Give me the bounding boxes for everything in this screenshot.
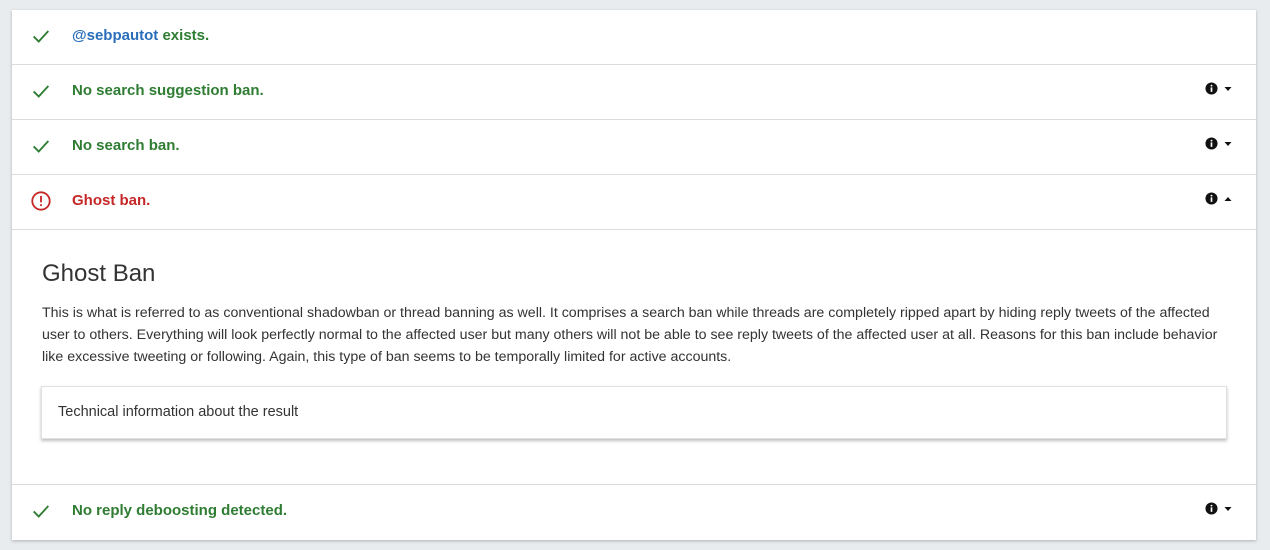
details-description: This is what is referred to as conventio… <box>42 305 1218 365</box>
check-row-search-ban[interactable]: No search ban. <box>12 120 1256 175</box>
check-row-reply-deboosting[interactable]: No reply deboosting detected. <box>12 485 1256 539</box>
user-exists-suffix: exists. <box>158 27 210 44</box>
check-icon <box>33 505 50 518</box>
info-icon <box>1205 502 1218 515</box>
check-icon <box>33 85 50 98</box>
results-panel: @sebpautot exists. No search suggestion … <box>12 10 1256 540</box>
check-row-user-exists: @sebpautot exists. <box>12 10 1256 65</box>
expand-toggle[interactable] <box>1205 82 1232 95</box>
caret-up-icon <box>1224 196 1232 201</box>
check-row-search-suggestion-ban[interactable]: No search suggestion ban. <box>12 65 1256 120</box>
expand-toggle[interactable] <box>1205 502 1232 515</box>
technical-info-label: Technical information about the result <box>58 404 299 420</box>
technical-info-expander[interactable]: Technical information about the result <box>41 386 1227 439</box>
check-text-ghost-ban: Ghost ban. <box>72 192 151 209</box>
check-text-search-ban: No search ban. <box>72 137 180 154</box>
details-title: Ghost Ban <box>42 260 156 287</box>
check-text-user-exists: @sebpautot exists. <box>72 27 209 44</box>
check-icon <box>33 30 50 43</box>
check-row-ghost-ban[interactable]: Ghost ban. <box>12 175 1256 230</box>
info-icon <box>1205 137 1218 150</box>
check-text-search-suggestion-ban: No search suggestion ban. <box>72 82 264 99</box>
alert-circle-icon <box>31 191 51 211</box>
check-text-reply-deboosting: No reply deboosting detected. <box>72 502 288 519</box>
caret-down-icon <box>1224 86 1232 91</box>
check-icon <box>33 140 50 153</box>
user-handle-link[interactable]: @sebpautot <box>72 27 158 44</box>
caret-down-icon <box>1224 141 1232 146</box>
collapse-toggle[interactable] <box>1205 192 1232 205</box>
info-icon <box>1205 192 1218 205</box>
info-icon <box>1205 82 1218 95</box>
caret-down-icon <box>1224 506 1232 511</box>
expand-toggle[interactable] <box>1205 137 1232 150</box>
ghost-ban-details: Ghost Ban This is what is referred to as… <box>12 230 1256 485</box>
